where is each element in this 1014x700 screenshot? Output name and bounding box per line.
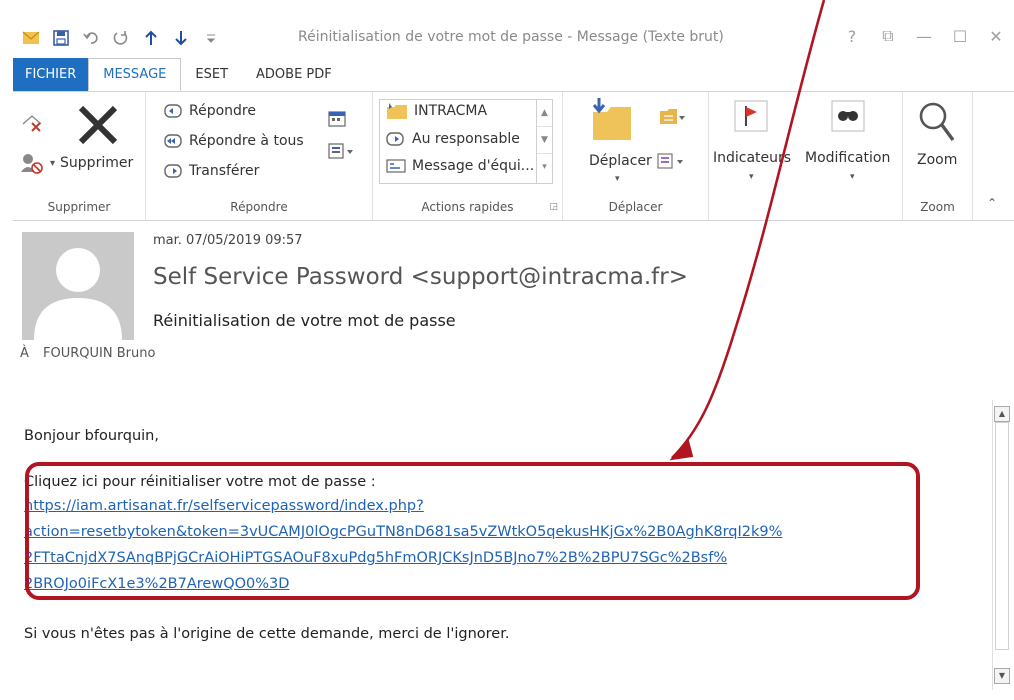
collapse-ribbon-icon[interactable]: ⌃	[987, 196, 997, 210]
scroll-track[interactable]	[995, 422, 1009, 650]
rules-icon[interactable]	[659, 108, 685, 126]
reply-label: Répondre	[189, 103, 256, 119]
delete-label: Supprimer	[60, 155, 134, 171]
respond-group-label: Répondre	[230, 200, 288, 214]
quick-step-label: Message d'équi...	[412, 158, 535, 174]
reply-all-label: Répondre à tous	[189, 133, 304, 149]
window-controls: ? ⧉ — ☐ ✕	[842, 26, 1006, 46]
maximize-button[interactable]: ☐	[950, 27, 970, 46]
delete-button[interactable]: ▾ Supprimer	[19, 152, 133, 174]
customize-toolbar-icon[interactable]	[200, 27, 222, 49]
message-icon	[386, 158, 406, 174]
ignore-notice-text: Si vous n'êtes pas à l'origine de cette …	[24, 626, 510, 642]
delete-x-icon[interactable]	[75, 102, 121, 148]
outlook-message-window: Réinitialisation de votre mot de passe -…	[0, 0, 1014, 700]
forward-mail-icon	[386, 130, 406, 148]
move-folder-icon[interactable]	[591, 98, 633, 142]
flags-button[interactable]: Indicateurs	[713, 150, 791, 166]
redo-icon[interactable]	[110, 27, 132, 49]
tab-message[interactable]: MESSAGE	[88, 58, 182, 91]
scroll-up-icon[interactable]: ▲	[537, 100, 552, 127]
envelope-icon[interactable]	[20, 27, 42, 49]
zoom-button[interactable]: Zoom	[917, 152, 957, 168]
meeting-icon[interactable]	[328, 110, 346, 128]
link-highlight-box	[25, 462, 920, 600]
tab-eset[interactable]: ESET	[181, 58, 242, 91]
quick-access-toolbar	[20, 26, 222, 50]
flags-label: Indicateurs	[713, 150, 792, 166]
minimize-button[interactable]: —	[914, 27, 934, 46]
recipient-name[interactable]: FOURQUIN Bruno	[43, 346, 155, 361]
greeting-text: Bonjour bfourquin,	[24, 428, 159, 444]
zoom-group-label: Zoom	[920, 200, 955, 214]
move-group-label: Déplacer	[608, 200, 663, 214]
to-label: À	[20, 346, 29, 361]
quick-steps-scroller[interactable]: ▲ ▼ ▾	[536, 100, 552, 183]
expand-icon[interactable]: ▾	[537, 154, 552, 181]
flag-icon[interactable]	[734, 100, 768, 132]
zoom-group: Zoom Zoom	[903, 92, 973, 220]
delete-group: ▾ Supprimer Supprimer	[13, 92, 146, 220]
quick-step-message-equipe[interactable]: Message d'équi...	[386, 158, 534, 174]
quick-steps-list: INTRACMA Au responsable Message d'équi..…	[379, 99, 553, 184]
more-respond-icon[interactable]	[328, 142, 354, 160]
forward-button[interactable]: Transférer	[164, 162, 259, 180]
save-icon[interactable]	[50, 27, 72, 49]
ribbon-tabs: FICHIER MESSAGE ESET ADOBE PDF	[13, 58, 1014, 91]
scroll-up-button[interactable]: ▲	[994, 406, 1010, 422]
arrow-up-icon[interactable]	[140, 27, 162, 49]
ribbon-display-button[interactable]: ⧉	[878, 26, 898, 46]
message-date: mar. 07/05/2019 09:57	[153, 233, 303, 248]
window-title: Réinitialisation de votre mot de passe -…	[298, 29, 724, 45]
forward-label: Transférer	[189, 163, 260, 179]
delete-group-label: Supprimer	[47, 200, 111, 214]
move-button[interactable]: Déplacer	[589, 152, 687, 170]
body-scrollbar[interactable]: ▲ ▼	[992, 400, 1010, 690]
editing-group: Modification ▾	[797, 92, 903, 220]
undo-icon[interactable]	[80, 27, 102, 49]
ribbon: ▾ Supprimer Supprimer Répondre Répondre …	[13, 91, 1014, 221]
zoom-label: Zoom	[917, 152, 958, 168]
find-icon[interactable]	[831, 100, 865, 132]
move-label: Déplacer	[589, 153, 652, 169]
quick-steps-label: Actions rapides	[421, 200, 514, 214]
move-group: Déplacer ▾ Déplacer	[563, 92, 709, 220]
tab-adobe-pdf[interactable]: ADOBE PDF	[242, 58, 346, 91]
quick-step-intracma[interactable]: INTRACMA	[386, 102, 487, 120]
title-bar: Réinitialisation de votre mot de passe -…	[0, 20, 1014, 58]
help-button[interactable]: ?	[842, 27, 862, 46]
reply-icon	[164, 102, 184, 120]
forward-icon	[164, 162, 184, 180]
message-subject: Réinitialisation de votre mot de passe	[153, 311, 456, 330]
dialog-launcher-icon[interactable]: ◲	[549, 202, 558, 212]
edit-button[interactable]: Modification	[805, 150, 890, 166]
quick-step-label: Au responsable	[412, 131, 520, 147]
chevron-down-icon[interactable]: ▾	[749, 172, 754, 182]
close-button[interactable]: ✕	[986, 27, 1006, 46]
chevron-down-icon[interactable]: ▾	[850, 172, 855, 182]
onenote-icon	[657, 152, 687, 170]
reply-button[interactable]: Répondre	[164, 102, 256, 120]
reply-all-button[interactable]: Répondre à tous	[164, 132, 304, 150]
tags-group: Indicateurs ▾	[709, 92, 797, 220]
cleanup-icon	[19, 152, 45, 174]
edit-label: Modification	[805, 150, 891, 166]
scroll-down-icon[interactable]: ▼	[537, 127, 552, 154]
respond-group: Répondre Répondre à tous Transférer Répo…	[146, 92, 373, 220]
ignore-icon[interactable]	[21, 114, 43, 134]
arrow-down-icon[interactable]	[170, 27, 192, 49]
message-sender[interactable]: Self Service Password <support@intracma.…	[153, 264, 688, 290]
zoom-icon[interactable]	[917, 100, 955, 144]
tab-fichier[interactable]: FICHIER	[13, 58, 89, 91]
quick-step-label: INTRACMA	[414, 103, 488, 119]
reply-all-icon	[164, 132, 184, 150]
avatar	[22, 232, 134, 340]
chevron-down-icon: ▾	[50, 157, 56, 169]
folder-icon	[386, 102, 408, 120]
chevron-down-icon[interactable]: ▾	[615, 174, 620, 184]
recipient-line: À FOURQUIN Bruno	[20, 346, 155, 361]
quick-step-au-responsable[interactable]: Au responsable	[386, 130, 520, 148]
scroll-down-button[interactable]: ▼	[994, 668, 1010, 684]
